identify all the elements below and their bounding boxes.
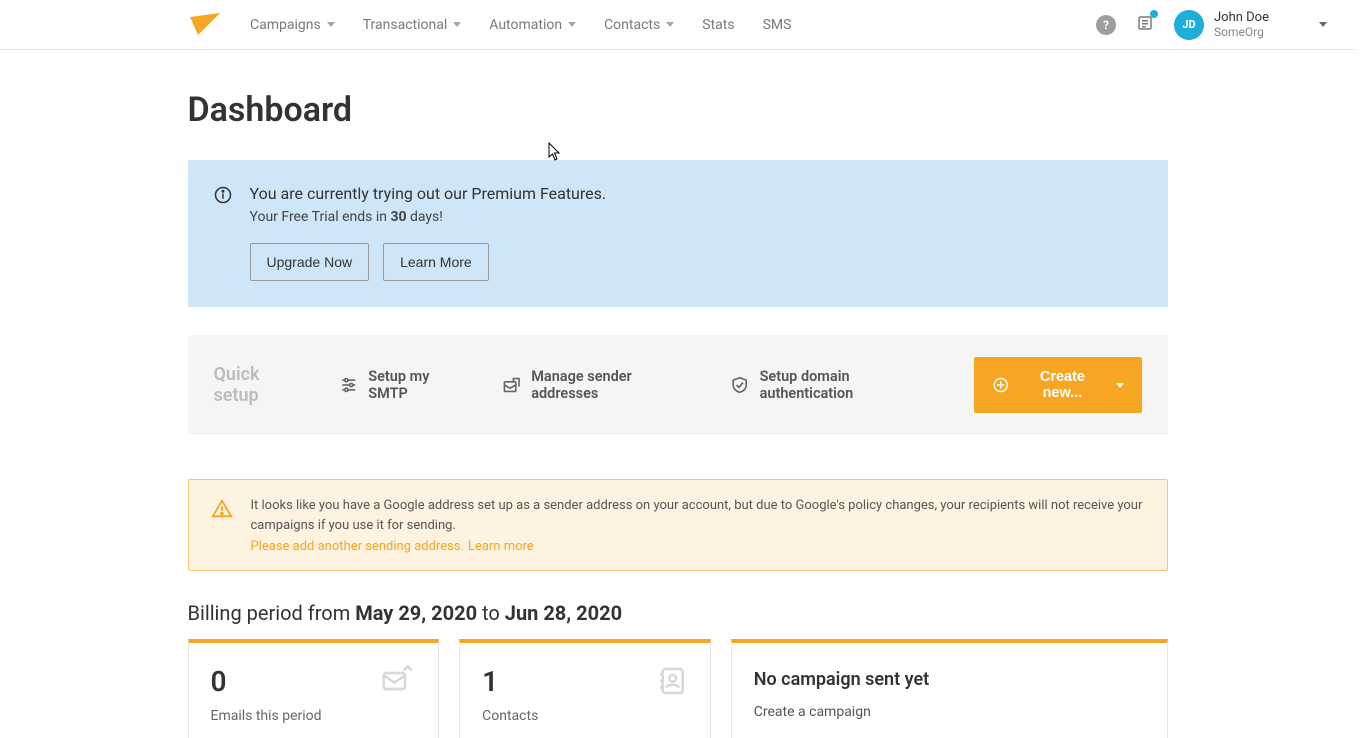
chevron-down-icon	[1116, 383, 1124, 388]
contact-book-icon	[656, 665, 688, 701]
no-campaign-title: No campaign sent yet	[754, 669, 1145, 690]
envelope-icon	[378, 665, 416, 701]
warn-learn-more-link[interactable]: Learn more	[468, 539, 534, 554]
nav-stats[interactable]: Stats	[702, 17, 734, 33]
stat-card-contacts[interactable]: 1 Contacts	[459, 639, 711, 738]
main-nav: Campaigns Transactional Automation Conta…	[250, 17, 791, 33]
page-title: Dashboard	[188, 90, 1168, 130]
quick-setup-bar: Quick setup Setup my SMTP Manage sender …	[188, 335, 1168, 435]
user-name: John Doe	[1214, 10, 1269, 25]
trial-banner: You are currently trying out our Premium…	[188, 160, 1168, 307]
nav-campaigns[interactable]: Campaigns	[250, 17, 335, 33]
stat-label: Emails this period	[211, 708, 417, 724]
user-menu[interactable]: JD John Doe SomeOrg	[1174, 10, 1327, 40]
warning-text: It looks like you have a Google address …	[251, 496, 1145, 535]
topbar-right: ? JD John Doe SomeOrg	[1096, 10, 1327, 40]
chevron-down-icon	[568, 22, 576, 27]
notification-dot-icon	[1150, 10, 1158, 18]
trial-subtext: Your Free Trial ends in 30 days!	[250, 209, 607, 225]
nav-transactional[interactable]: Transactional	[363, 17, 462, 33]
chevron-down-icon	[1319, 22, 1327, 27]
brand-logo-icon[interactable]	[188, 11, 222, 39]
nav-sms[interactable]: SMS	[763, 17, 792, 33]
upgrade-now-button[interactable]: Upgrade Now	[250, 243, 370, 281]
create-campaign-link[interactable]: Create a campaign	[754, 704, 1145, 720]
add-sender-link[interactable]: Please add another sending address.	[251, 539, 464, 554]
qs-item-label: Manage sender addresses	[531, 368, 698, 402]
help-icon[interactable]: ?	[1096, 15, 1116, 35]
nav-contacts[interactable]: Contacts	[604, 17, 674, 33]
stat-card-campaign: No campaign sent yet Create a campaign	[731, 639, 1168, 738]
learn-more-button[interactable]: Learn More	[383, 243, 489, 281]
nav-label: Stats	[702, 17, 734, 33]
user-org: SomeOrg	[1214, 25, 1269, 39]
avatar: JD	[1174, 10, 1204, 40]
nav-label: Contacts	[604, 17, 660, 33]
stats-row: 0 Emails this period 1 Contacts No campa…	[188, 639, 1168, 738]
nav-label: Automation	[489, 17, 562, 33]
qs-item-label: Setup domain authentication	[760, 368, 942, 402]
billing-period-heading: Billing period from May 29, 2020 to Jun …	[188, 601, 1168, 625]
stat-label: Contacts	[482, 708, 688, 724]
notifications-icon[interactable]	[1136, 14, 1154, 36]
chevron-down-icon	[453, 22, 461, 27]
setup-domain-link[interactable]: Setup domain authentication	[730, 368, 942, 402]
trial-headline: You are currently trying out our Premium…	[250, 184, 607, 203]
chevron-down-icon	[327, 22, 335, 27]
nav-label: Campaigns	[250, 17, 321, 33]
qs-item-label: Setup my SMTP	[368, 368, 470, 402]
create-new-button[interactable]: Create new...	[974, 357, 1142, 413]
main-content: Dashboard You are currently trying out o…	[188, 50, 1168, 738]
nav-automation[interactable]: Automation	[489, 17, 576, 33]
nav-label: Transactional	[363, 17, 448, 33]
stat-card-emails[interactable]: 0 Emails this period	[188, 639, 440, 738]
quick-setup-label: Quick setup	[214, 364, 307, 406]
chevron-down-icon	[666, 22, 674, 27]
manage-sender-link[interactable]: Manage sender addresses	[502, 368, 698, 402]
create-new-label: Create new...	[1019, 369, 1105, 401]
warning-icon	[211, 498, 233, 554]
nav-label: SMS	[763, 17, 792, 33]
top-navbar: Campaigns Transactional Automation Conta…	[0, 0, 1355, 50]
info-icon	[214, 186, 232, 281]
warning-banner: It looks like you have a Google address …	[188, 479, 1168, 571]
setup-smtp-link[interactable]: Setup my SMTP	[339, 368, 470, 402]
